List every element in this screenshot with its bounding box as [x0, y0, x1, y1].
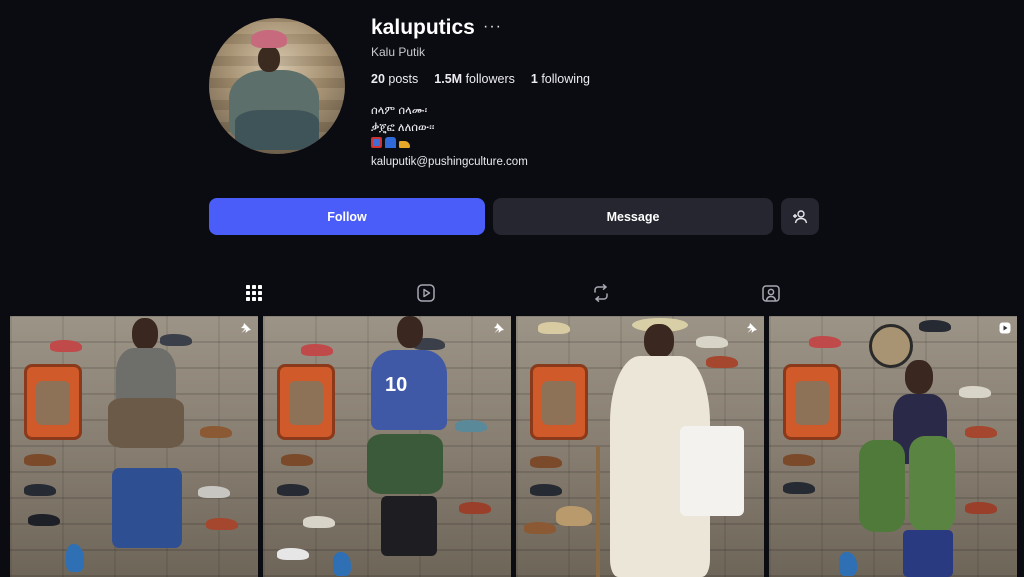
- shoe-decor: [455, 420, 487, 432]
- jeans-emoji-icon: [385, 137, 397, 148]
- tab-reels[interactable]: [416, 283, 436, 303]
- shoe-decor: [277, 548, 309, 560]
- posts-count: 20: [371, 72, 385, 86]
- shoe-decor: [281, 454, 313, 466]
- post-thumbnail[interactable]: [10, 316, 258, 577]
- add-user-icon: [793, 209, 808, 223]
- following-count: 1: [530, 72, 538, 86]
- followers-count: 1.5M: [434, 72, 463, 86]
- bio-line-1: ሰላም ሰላሙ፡: [371, 105, 428, 117]
- shoe-decor: [198, 486, 230, 498]
- tagged-icon: [762, 285, 780, 302]
- shoe-decor: [66, 544, 84, 572]
- shoe-decor: [24, 454, 56, 466]
- shoe-decor: [919, 320, 951, 332]
- shoe-decor: [333, 552, 351, 576]
- avatar-figure-hat: [251, 30, 287, 48]
- pin-icon: [494, 323, 504, 333]
- person-figure: [102, 318, 192, 577]
- pin-icon: [241, 323, 251, 333]
- backpack-decor: [277, 364, 335, 440]
- shoe-decor: [277, 484, 309, 496]
- reels-icon: [417, 284, 435, 302]
- gift-emoji-icon: [371, 137, 382, 148]
- shoe-decor: [965, 502, 997, 514]
- shoe-decor: [50, 340, 82, 352]
- shoe-decor: [24, 484, 56, 496]
- shoe-decor: [200, 426, 232, 438]
- shoe-decor: [530, 484, 562, 496]
- shoe-decor: [783, 454, 815, 466]
- profile-full-name: Kalu Putik: [371, 45, 426, 59]
- message-button[interactable]: Message: [493, 198, 773, 235]
- posts-grid-icon: [246, 285, 262, 301]
- shoe-decor: [303, 516, 335, 528]
- follow-button[interactable]: Follow: [209, 198, 485, 235]
- following-label: following: [541, 72, 590, 86]
- profile-bio: ሰላም ሰላሙ፡ ቃጄፎ ለለሰው፡፡ kaluputik@pushingcul…: [371, 103, 528, 171]
- person-figure: [859, 360, 969, 577]
- shoe-decor: [965, 426, 997, 438]
- followers-stat[interactable]: 1.5M followers: [434, 72, 515, 86]
- suggested-users-button[interactable]: [781, 198, 819, 235]
- shoe-decor: [459, 502, 491, 514]
- tab-posts[interactable]: [244, 283, 264, 303]
- backpack-decor: [530, 364, 588, 440]
- reel-icon: [999, 322, 1011, 334]
- profile-stats: 20 posts 1.5M followers 1 following: [371, 72, 590, 86]
- more-options-icon[interactable]: ···: [483, 18, 502, 36]
- shoe-decor: [809, 336, 841, 348]
- backpack-decor: [783, 364, 841, 440]
- bio-line-2: ቃጄፎ ለለሰው፡፡: [371, 122, 435, 134]
- following-stat[interactable]: 1 following: [531, 72, 590, 86]
- shoe-decor: [28, 514, 60, 526]
- post-thumbnail[interactable]: [516, 316, 764, 577]
- shoe-decor: [839, 552, 857, 576]
- profile-tabs: [0, 283, 1024, 303]
- profile-avatar[interactable]: [209, 18, 345, 154]
- avatar-figure-legs: [235, 110, 319, 150]
- post-thumbnail[interactable]: [769, 316, 1017, 577]
- shoe-decor: [783, 482, 815, 494]
- followers-label: followers: [465, 72, 515, 86]
- bio-emoji-line: [371, 137, 528, 154]
- shoe-decor: [524, 522, 556, 534]
- profile-username: kaluputics: [371, 16, 475, 39]
- person-figure: 10: [363, 316, 453, 577]
- shoe-decor: [206, 518, 238, 530]
- backpack-decor: [24, 364, 82, 440]
- shoe-decor: [301, 344, 333, 356]
- tab-reposts[interactable]: [591, 283, 611, 303]
- posts-grid: 10: [10, 316, 1017, 577]
- shoe-emoji-icon: [399, 141, 411, 148]
- avatar-figure-face: [258, 46, 280, 72]
- reposts-icon: [594, 284, 608, 302]
- posts-stat: 20 posts: [371, 72, 418, 86]
- person-figure: [586, 316, 746, 577]
- pin-icon: [747, 323, 757, 333]
- tab-tagged[interactable]: [761, 283, 781, 303]
- shoe-decor: [530, 456, 562, 468]
- bio-email-link[interactable]: kaluputik@pushingculture.com: [371, 154, 528, 171]
- post-thumbnail[interactable]: 10: [263, 316, 511, 577]
- shoe-decor: [538, 322, 570, 334]
- posts-label: posts: [388, 72, 419, 86]
